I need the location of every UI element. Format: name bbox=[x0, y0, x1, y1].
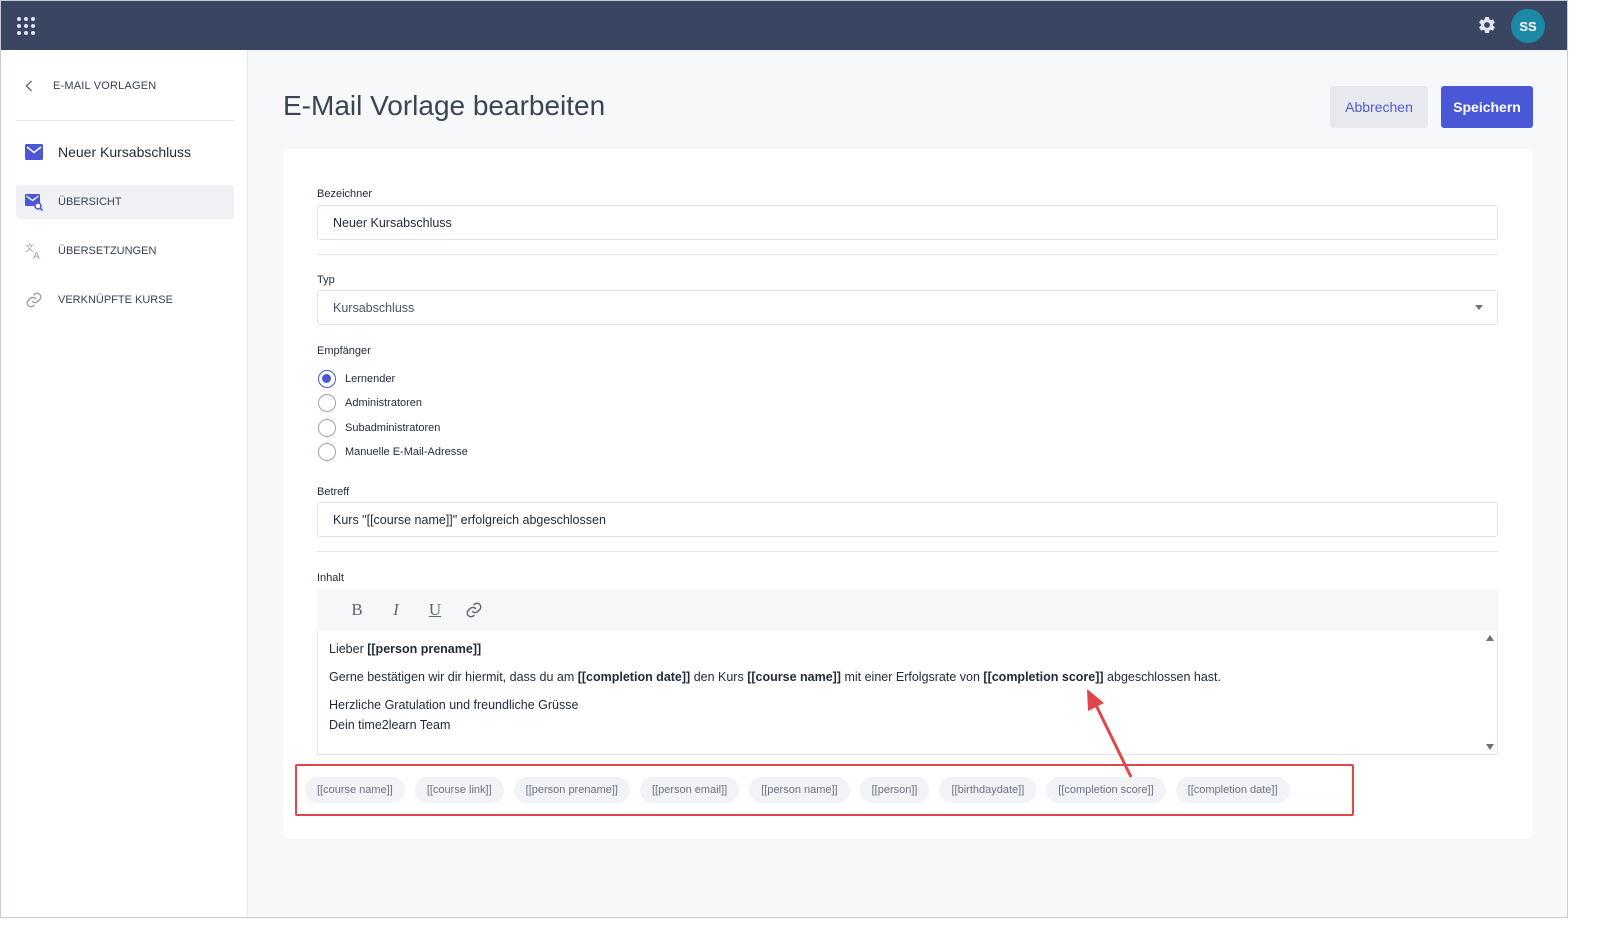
italic-button[interactable]: I bbox=[385, 599, 407, 621]
radio-label: Lernender bbox=[345, 373, 396, 385]
recipient-option-manual-email[interactable]: Manuelle E-Mail-Adresse bbox=[318, 443, 468, 461]
subject-label: Betreff bbox=[317, 486, 350, 498]
recipient-option-learner[interactable]: Lernender bbox=[318, 370, 395, 388]
sidebar-item-label: ÜBERSETZUNGEN bbox=[58, 245, 157, 257]
type-select-value: Kursabschluss bbox=[333, 300, 415, 315]
radio-label: Subadministratoren bbox=[345, 422, 441, 434]
editor-line: Lieber [[person prename]] bbox=[329, 642, 482, 656]
divider bbox=[317, 551, 1498, 552]
recipient-option-subadmins[interactable]: Subadministratoren bbox=[318, 419, 440, 437]
page-title: E-Mail Vorlage bearbeiten bbox=[283, 90, 606, 121]
editor-line: Gerne bestätigen wir dir hiermit, dass d… bbox=[329, 670, 1222, 684]
placeholder-tag[interactable]: [[person email]] bbox=[639, 777, 740, 803]
editor-line: Dein time2learn Team bbox=[329, 718, 451, 732]
link-button[interactable] bbox=[463, 599, 485, 621]
radio-label: Manuelle E-Mail-Adresse bbox=[345, 446, 468, 458]
placeholder-tag[interactable]: [[person prename]] bbox=[513, 777, 630, 803]
translate-icon: 文A bbox=[25, 242, 43, 260]
link-icon bbox=[466, 602, 482, 618]
placeholder-tag[interactable]: [[person name]] bbox=[749, 777, 850, 803]
back-link-label: E-MAIL VORLAGEN bbox=[53, 80, 157, 92]
placeholder-tag[interactable]: [[completion score]] bbox=[1046, 777, 1166, 803]
radio-button[interactable] bbox=[318, 443, 336, 461]
identifier-field[interactable]: Neuer Kursabschluss bbox=[317, 205, 1498, 240]
type-select[interactable]: Kursabschluss bbox=[317, 290, 1498, 325]
radio-label: Administratoren bbox=[345, 397, 423, 409]
chevron-left-icon bbox=[25, 80, 33, 92]
app-window: SS E-MAIL VORLAGEN Neuer Kursabschluss Ü… bbox=[0, 0, 1568, 918]
caret-down-icon bbox=[1475, 305, 1483, 310]
type-label: Typ bbox=[317, 274, 335, 286]
recipient-option-admins[interactable]: Administratoren bbox=[318, 394, 422, 412]
gear-icon[interactable] bbox=[1477, 15, 1497, 35]
bold-button[interactable]: B bbox=[346, 599, 368, 621]
divider bbox=[16, 120, 234, 121]
underline-button[interactable]: U bbox=[424, 599, 446, 621]
top-bar: SS bbox=[1, 1, 1567, 50]
subject-field[interactable]: Kurs "[[course name]]" erfolgreich abges… bbox=[317, 502, 1498, 537]
identifier-label: Bezeichner bbox=[317, 188, 373, 200]
sidebar-title-label: Neuer Kursabschluss bbox=[58, 144, 192, 160]
content-label: Inhalt bbox=[317, 572, 344, 584]
scroll-down-arrow[interactable] bbox=[1486, 744, 1494, 750]
sidebar-item-overview[interactable]: ÜBERSICHT bbox=[16, 185, 234, 219]
save-button[interactable]: Speichern bbox=[1441, 86, 1533, 128]
sidebar-item-linked-courses[interactable]: VERKNÜPFTE KURSE bbox=[16, 283, 234, 317]
editor-line: Herzliche Gratulation und freundliche Gr… bbox=[329, 698, 579, 712]
sidebar-item-translations[interactable]: 文A ÜBERSETZUNGEN bbox=[16, 234, 234, 268]
placeholder-tag[interactable]: [[birthdaydate]] bbox=[939, 777, 1037, 803]
editor-toolbar: B I U bbox=[317, 589, 1498, 631]
placeholder-tags: [[course name]] [[course link]] [[person… bbox=[305, 777, 1300, 803]
link-icon bbox=[25, 291, 43, 309]
svg-text:A: A bbox=[33, 251, 40, 260]
content-editor[interactable]: Lieber [[person prename]] Gerne bestätig… bbox=[317, 631, 1498, 755]
sidebar-item-label: VERKNÜPFTE KURSE bbox=[58, 294, 173, 306]
sidebar: E-MAIL VORLAGEN Neuer Kursabschluss ÜBER… bbox=[1, 50, 248, 917]
mail-search-icon bbox=[25, 193, 43, 211]
placeholder-tag[interactable]: [[course link]] bbox=[414, 777, 504, 803]
form-card: Bezeichner Neuer Kursabschluss Typ Kursa… bbox=[283, 149, 1533, 839]
radio-button[interactable] bbox=[318, 419, 336, 437]
avatar[interactable]: SS bbox=[1511, 9, 1545, 43]
placeholder-tag[interactable]: [[person]] bbox=[859, 777, 930, 803]
radio-button[interactable] bbox=[318, 370, 336, 388]
sidebar-item-label: ÜBERSICHT bbox=[58, 196, 122, 208]
back-link[interactable]: E-MAIL VORLAGEN bbox=[25, 80, 156, 92]
radio-button[interactable] bbox=[318, 394, 336, 412]
mail-icon bbox=[25, 144, 43, 160]
divider bbox=[317, 254, 1498, 255]
placeholder-tag[interactable]: [[course name]] bbox=[305, 777, 405, 803]
sidebar-title: Neuer Kursabschluss bbox=[25, 144, 191, 160]
recipient-label: Empfänger bbox=[317, 345, 371, 357]
scroll-up-arrow[interactable] bbox=[1486, 635, 1494, 641]
cancel-button[interactable]: Abbrechen bbox=[1330, 86, 1428, 128]
grid-dots-icon[interactable] bbox=[17, 17, 35, 35]
placeholder-tag[interactable]: [[completion date]] bbox=[1175, 777, 1290, 803]
